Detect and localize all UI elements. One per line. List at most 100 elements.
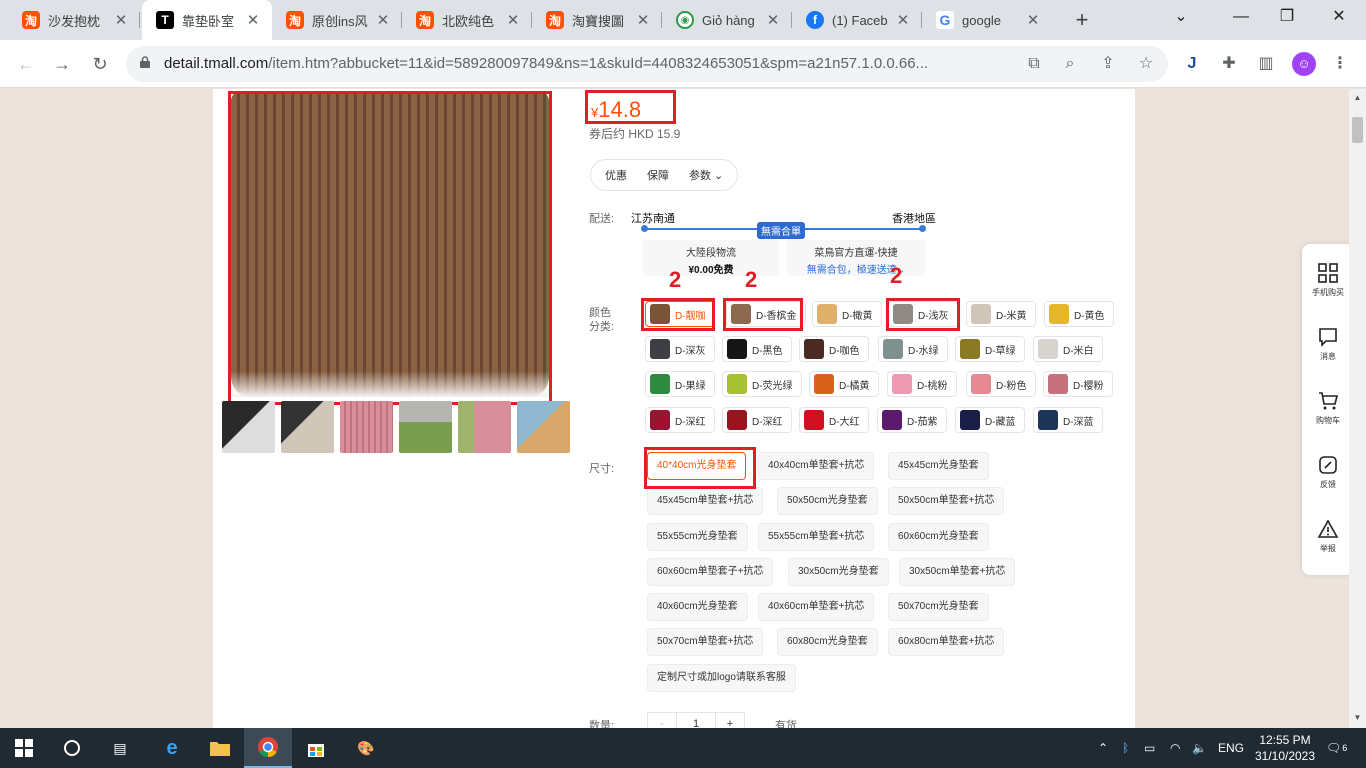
tab-cart[interactable]: ◉ Giỏ hàng ✕ [662,0,792,40]
color-option[interactable]: D-藏蓝 [955,407,1025,433]
size-option[interactable]: 55x55cm单垫套+抗芯 [758,523,875,551]
side-panel-icon[interactable]: ▥ [1255,53,1277,75]
color-option[interactable]: D-樱粉 [1043,371,1113,397]
battery-icon[interactable]: ▭ [1144,728,1155,768]
edge-icon[interactable]: e [148,728,196,768]
bookmark-star-icon[interactable]: ☆ [1136,54,1156,74]
size-option[interactable]: 60x80cm单垫套+抗芯 [888,628,1005,656]
search-circle-icon[interactable] [48,728,96,768]
color-option[interactable]: D-水绿 [878,336,948,362]
task-view-icon[interactable]: ▤ [96,728,144,768]
store-icon[interactable] [292,728,340,768]
tray-overflow-icon[interactable]: ⌃ [1098,728,1108,768]
close-tab-icon[interactable]: ✕ [112,11,130,29]
color-option[interactable]: D-深蓝 [1033,407,1103,433]
forward-button[interactable]: → [48,50,76,78]
page-scrollbar[interactable]: ▲ ▼ [1349,89,1366,729]
close-window-button[interactable]: ✕ [1316,0,1362,34]
color-option[interactable]: D-咖色 [799,336,869,362]
extension-j-icon[interactable]: J [1181,53,1203,75]
color-option[interactable]: D-深红 [645,407,715,433]
size-option[interactable]: 45x45cm单垫套+抗芯 [647,487,764,515]
quantity-input[interactable]: 1 [676,713,716,729]
mobile-purchase-button[interactable]: 手机购买 [1302,262,1354,298]
color-option[interactable]: D-果绿 [645,371,715,397]
size-option[interactable]: 30x50cm光身垫套 [788,558,889,586]
color-option[interactable]: D-草绿 [955,336,1025,362]
translate-icon[interactable]: ⧉ [1024,54,1044,74]
language-indicator[interactable]: ENG [1218,728,1244,768]
color-option[interactable]: D-深灰 [645,336,715,362]
color-option[interactable]: D-深红 [722,407,792,433]
address-bar[interactable]: detail.tmall.com/item.htm?abbucket=11&id… [126,46,1168,82]
share-icon[interactable]: ⇪ [1098,54,1118,74]
zoom-icon[interactable]: ⌕ [1060,54,1080,74]
wifi-icon[interactable]: ◠ [1170,728,1180,768]
close-tab-icon[interactable]: ✕ [1024,11,1042,29]
color-option[interactable]: D-橘黄 [809,371,879,397]
cainiao-shipping-box[interactable]: 菜鳥官方直運-快捷 無需合包，極速送達⌄ [787,240,925,276]
system-clock[interactable]: 12:55 PM 31/10/2023 [1250,732,1320,764]
close-tab-icon[interactable]: ✕ [374,11,392,29]
thumbnail[interactable] [222,401,275,453]
tab-google[interactable]: G google ✕ [922,0,1052,40]
thumbnail[interactable] [517,401,570,453]
size-option[interactable]: 55x55cm光身垫套 [647,523,748,551]
thumbnail[interactable] [340,401,393,453]
size-option[interactable]: 50x50cm单垫套+抗芯 [888,487,1005,515]
bluetooth-icon[interactable]: ᛒ [1122,728,1129,768]
close-tab-icon[interactable]: ✕ [504,11,522,29]
paint-icon[interactable]: 🎨 [342,728,390,768]
color-option[interactable]: D-黑色 [722,336,792,362]
increase-button[interactable]: + [716,713,744,729]
messages-button[interactable]: 消息 [1302,326,1354,362]
cart-button[interactable]: 购物车 [1302,390,1354,426]
reload-button[interactable]: ↻ [86,50,114,78]
size-option[interactable]: 40x60cm单垫套+抗芯 [758,593,875,621]
restore-button[interactable]: ❐ [1264,0,1310,34]
color-option[interactable]: D-茄紫 [877,407,947,433]
color-option[interactable]: D-黄色 [1044,301,1114,327]
close-tab-icon[interactable]: ✕ [244,11,262,29]
size-option[interactable]: 50x70cm光身垫套 [888,593,989,621]
profile-avatar[interactable]: ☺ [1292,52,1316,76]
thumbnail[interactable] [399,401,452,453]
thumbnail[interactable] [281,401,334,453]
back-button[interactable]: ← [12,50,40,78]
size-option[interactable]: 30x50cm单垫套+抗芯 [899,558,1016,586]
size-option[interactable]: 45x45cm光身垫套 [888,452,989,480]
color-option[interactable]: D-米黄 [966,301,1036,327]
color-option[interactable]: D-大红 [799,407,869,433]
color-option[interactable]: D-粉色 [966,371,1036,397]
size-option[interactable]: 40x40cm单垫套+抗芯 [758,452,875,480]
size-option[interactable]: 50x70cm单垫套+抗芯 [647,628,764,656]
size-option[interactable]: 60x60cm光身垫套 [888,523,989,551]
color-option[interactable]: D-橄黄 [812,301,882,327]
scroll-down-arrow-icon[interactable]: ▼ [1349,713,1366,722]
decrease-button[interactable]: - [648,713,676,729]
scroll-up-arrow-icon[interactable]: ▲ [1349,93,1366,102]
minimize-button[interactable]: — [1218,0,1264,34]
close-tab-icon[interactable]: ✕ [634,11,652,29]
chrome-icon[interactable] [244,728,292,768]
windows-start-icon[interactable] [0,728,48,768]
tab-nordic-solid[interactable]: 淘 北欧纯色 ✕ [402,0,532,40]
menu-kebab-icon[interactable]: ⋮ [1329,53,1351,75]
close-tab-icon[interactable]: ✕ [894,11,912,29]
feedback-button[interactable]: 反馈 [1302,454,1354,490]
size-option[interactable]: 60x80cm光身垫套 [777,628,878,656]
scrollbar-thumb[interactable] [1352,117,1363,143]
volume-icon[interactable]: 🔈 [1192,728,1207,768]
close-tab-icon[interactable]: ✕ [764,11,782,29]
tab-cushion-bedroom[interactable]: T 靠垫卧室 ✕ [142,0,272,40]
tab-search-chevron-icon[interactable]: ⌄ [1158,0,1204,34]
color-option[interactable]: D-米白 [1033,336,1103,362]
size-option[interactable]: 定制尺寸或加logo请联系客服 [647,664,796,692]
notifications-icon[interactable]: 🗨 6 [1326,728,1347,768]
file-explorer-icon[interactable] [196,728,244,768]
tab-facebook[interactable]: f (1) Faceb ✕ [792,0,922,40]
new-tab-button[interactable]: + [1068,6,1096,34]
extensions-puzzle-icon[interactable]: ✚ [1218,53,1240,75]
size-option[interactable]: 40x60cm光身垫套 [647,593,748,621]
thumbnail[interactable] [458,401,511,453]
